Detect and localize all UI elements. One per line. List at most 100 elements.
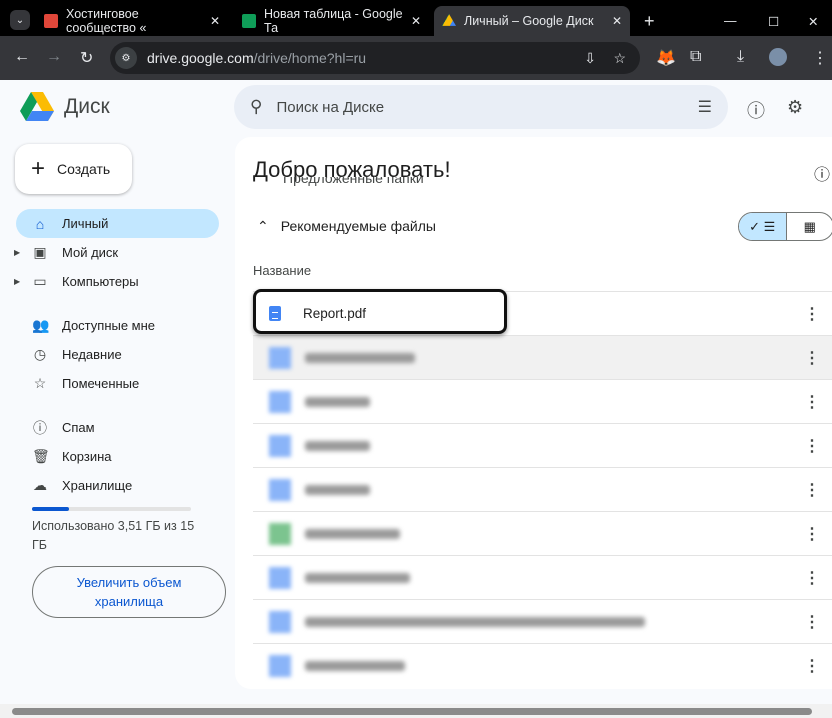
sidebar-item-trash[interactable]: 🗑 Корзина (16, 442, 219, 471)
file-row-blurred[interactable]: ⋮ (253, 643, 832, 687)
address-bar[interactable]: ⚙ drive.google.com/drive/home?hl=ru ⇩ ☆ (110, 42, 640, 74)
file-row-blurred[interactable]: ⋮ (253, 379, 832, 423)
sidebar-item-starred[interactable]: ☆ Помеченные (16, 369, 219, 398)
list-view-button[interactable]: ✓ ☰ (739, 213, 787, 240)
close-icon[interactable]: ✕ (411, 14, 421, 28)
search-filter-icon[interactable]: ☰ (698, 97, 712, 117)
metamask-icon[interactable]: 🦊 (656, 48, 676, 68)
sidebar-item-spam[interactable]: ⓘ Спам (16, 413, 219, 442)
tab-drive[interactable]: Личный – Google Диск ✕ (434, 6, 630, 36)
sidebar-item-home[interactable]: ⌂ Личный (16, 209, 219, 238)
back-icon[interactable]: ← (14, 48, 30, 66)
tab-hosting[interactable]: Хостинговое сообщество « ✕ (36, 6, 228, 36)
tab-title: Новая таблица - Google Та (264, 7, 403, 35)
info-icon[interactable]: ⓘ (814, 161, 830, 185)
more-actions-icon[interactable]: ⋮ (804, 304, 820, 324)
tab-strip: ⌄ Хостинговое сообщество « ✕ Новая таблиц… (0, 0, 832, 36)
help-icon[interactable]: ⓘ (747, 97, 765, 123)
download-icon[interactable]: ⤓ (737, 48, 744, 66)
file-row-blurred[interactable]: ⋮ (253, 511, 832, 555)
create-label: Создать (57, 161, 111, 177)
recommended-files-header[interactable]: ⌃ Рекомендуемые файлы (257, 218, 436, 235)
more-actions-icon[interactable]: ⋮ (804, 524, 820, 544)
sidebar-item-shared[interactable]: 👥 Доступные мне (16, 311, 219, 340)
extensions-icon[interactable]: ⧉ (690, 48, 701, 66)
sidebar-item-label: Спам (62, 420, 95, 435)
upgrade-label: Увеличить объем хранилища (76, 575, 182, 609)
tab-search-button[interactable]: ⌄ (10, 10, 30, 30)
minimize-button[interactable]: — (716, 6, 745, 36)
file-icon (269, 566, 291, 589)
storage-bar-fill (32, 507, 70, 511)
drive-logo[interactable]: Диск (20, 92, 110, 122)
more-actions-icon[interactable]: ⋮ (804, 392, 820, 412)
sidebar-item-my-drive[interactable]: ▶ ▣ Мой диск (14, 238, 219, 267)
file-row-blurred[interactable]: ⋮ (253, 555, 832, 599)
new-tab-button[interactable]: + (636, 6, 663, 36)
spam-icon: ⓘ (33, 419, 47, 436)
profile-avatar[interactable] (769, 48, 787, 66)
file-icon (269, 390, 291, 413)
sidebar-item-computers[interactable]: ▶ ▭ Компьютеры (14, 267, 219, 296)
hosting-favicon (44, 14, 58, 28)
bookmark-star-icon[interactable]: ☆ (613, 50, 626, 67)
suggested-folders-header[interactable]: Предложенные папки (257, 177, 424, 187)
blurred-file-name (305, 528, 400, 539)
sidebar-item-label: Хранилище (62, 478, 133, 493)
site-settings-icon[interactable]: ⚙ (115, 47, 137, 69)
sidebar-item-label: Доступные мне (62, 318, 156, 333)
close-window-button[interactable]: ✕ (800, 6, 826, 36)
file-row-blurred[interactable]: ⋮ (253, 335, 832, 379)
storage-text: Использовано 3,51 ГБ из 15 ГБ (32, 519, 195, 552)
more-actions-icon[interactable]: ⋮ (804, 436, 820, 456)
star-icon: ☆ (33, 375, 47, 391)
browser-toolbar: ← → ↻ ⚙ drive.google.com/drive/home?hl=r… (0, 36, 832, 80)
file-row-blurred[interactable]: ⋮ (253, 423, 832, 467)
scrollbar-thumb[interactable] (12, 708, 812, 715)
section-label: Рекомендуемые файлы (280, 218, 436, 234)
maximize-button[interactable]: ☐ (760, 6, 787, 36)
blurred-file-name (305, 440, 370, 451)
search-input[interactable]: ⚲ Поиск на Диске ☰ (234, 85, 728, 129)
settings-gear-icon[interactable]: ⚙ (787, 97, 803, 118)
create-button[interactable]: + Создать (15, 144, 132, 194)
more-actions-icon[interactable]: ⋮ (804, 612, 820, 632)
home-icon: ⌂ (35, 215, 45, 232)
app-name: Диск (64, 95, 110, 118)
computer-icon: ▭ (33, 273, 47, 289)
sidebar-item-recent[interactable]: ◷ Недавние (16, 340, 219, 369)
sidebar-item-label: Недавние (62, 347, 122, 362)
trash-icon: 🗑 (32, 448, 50, 464)
reload-icon[interactable]: ↻ (80, 48, 93, 68)
main-content: Добро пожаловать! ⓘ Предложенные папки ⌃… (235, 137, 832, 689)
forward-icon[interactable]: → (46, 48, 62, 66)
file-icon (269, 522, 291, 545)
plus-icon: + (31, 155, 46, 182)
upgrade-storage-button[interactable]: Увеличить объем хранилища (32, 566, 226, 618)
horizontal-scrollbar[interactable] (0, 704, 832, 718)
expand-caret-icon[interactable]: ▶ (14, 248, 20, 257)
grid-view-button[interactable]: ▦ (787, 213, 832, 240)
more-actions-icon[interactable]: ⋮ (804, 568, 820, 588)
people-icon: 👥 (32, 317, 50, 333)
tab-sheets[interactable]: Новая таблица - Google Та ✕ (234, 6, 429, 36)
more-actions-icon[interactable]: ⋮ (804, 480, 820, 500)
cloud-icon: ☁ (33, 477, 47, 493)
install-app-icon[interactable]: ⇩ (584, 50, 596, 67)
menu-kebab-icon[interactable]: ⋮ (812, 48, 828, 68)
search-icon: ⚲ (250, 97, 263, 116)
expand-caret-icon[interactable]: ▶ (14, 277, 20, 286)
sidebar-item-label: Помеченные (62, 376, 140, 391)
close-icon[interactable]: ✕ (612, 14, 622, 28)
blurred-file-name (305, 396, 370, 407)
file-row-blurred[interactable]: ⋮ (253, 599, 832, 643)
file-row-blurred[interactable]: ⋮ (253, 467, 832, 511)
sidebar-item-label: Личный (62, 216, 109, 231)
drive-favicon (442, 14, 456, 26)
more-actions-icon[interactable]: ⋮ (804, 656, 820, 676)
search-placeholder: Поиск на Диске (276, 98, 385, 116)
more-actions-icon[interactable]: ⋮ (804, 348, 820, 368)
close-icon[interactable]: ✕ (210, 14, 220, 28)
sidebar-item-storage[interactable]: ☁ Хранилище (16, 471, 219, 500)
column-header-name[interactable]: Название (253, 263, 311, 278)
